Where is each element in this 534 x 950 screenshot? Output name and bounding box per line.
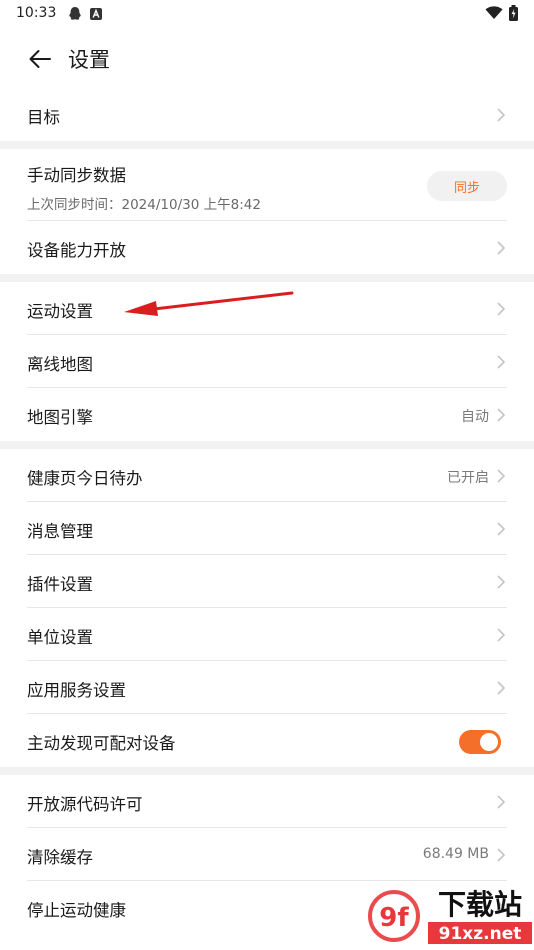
row-label: 清除缓存 <box>27 848 93 867</box>
setting-row-app-service-settings[interactable]: 应用服务设置 <box>0 661 534 714</box>
chevron-right-icon <box>497 108 506 122</box>
chevron-right-icon <box>497 302 506 316</box>
chevron-right-icon <box>497 522 506 536</box>
toggle-knob <box>480 733 498 751</box>
setting-row-clear-cache[interactable]: 清除缓存 68.49 MB <box>0 828 534 881</box>
back-button[interactable] <box>20 42 60 76</box>
setting-row-unit-settings[interactable]: 单位设置 <box>0 608 534 661</box>
row-value: 已开启 <box>447 470 489 486</box>
page-title: 设置 <box>68 48 110 72</box>
chevron-right-icon <box>497 848 506 862</box>
setting-row-message-management[interactable]: 消息管理 <box>0 502 534 555</box>
row-label: 停止运动健康 <box>27 901 126 920</box>
row-label: 手动同步数据 <box>27 166 126 185</box>
chevron-right-icon <box>497 681 506 695</box>
sync-button[interactable]: 同步 <box>427 171 507 201</box>
group-divider <box>0 441 534 449</box>
setting-row-health-todo[interactable]: 健康页今日待办 已开启 <box>0 449 534 502</box>
setting-row-exercise-settings[interactable]: 运动设置 <box>0 282 534 335</box>
setting-row-offline-map[interactable]: 离线地图 <box>0 335 534 388</box>
chevron-right-icon <box>497 408 506 422</box>
group-divider <box>0 767 534 775</box>
setting-row-goal[interactable]: 目标 <box>0 88 534 141</box>
chevron-right-icon <box>497 469 506 483</box>
row-label: 插件设置 <box>27 575 93 594</box>
setting-row-map-engine[interactable]: 地图引擎 自动 <box>0 388 534 441</box>
group-divider <box>0 274 534 282</box>
app-bar: 设置 <box>0 30 534 88</box>
row-label: 开放源代码许可 <box>27 795 143 814</box>
setting-row-open-source-license[interactable]: 开放源代码许可 <box>0 775 534 828</box>
row-label: 地图引擎 <box>27 408 93 427</box>
back-arrow-icon <box>29 50 51 68</box>
battery-icon <box>509 5 518 21</box>
row-label: 应用服务设置 <box>27 681 126 700</box>
settings-list: 目标 手动同步数据 上次同步时间：2024/10/30 上午8:42 同步 设备… <box>0 88 534 934</box>
row-value: 68.49 MB <box>422 846 489 862</box>
row-value: 自动 <box>461 409 489 425</box>
chevron-right-icon <box>497 355 506 369</box>
a-badge-icon <box>90 7 102 20</box>
discover-devices-toggle[interactable] <box>459 730 501 754</box>
setting-row-discover-devices: 主动发现可配对设备 <box>0 714 534 767</box>
chevron-right-icon <box>497 901 506 915</box>
row-label: 设备能力开放 <box>27 241 126 260</box>
setting-row-device-capability[interactable]: 设备能力开放 <box>0 221 534 274</box>
row-label: 消息管理 <box>27 522 93 541</box>
row-label: 离线地图 <box>27 355 93 374</box>
row-label: 主动发现可配对设备 <box>27 734 176 753</box>
status-time: 10:33 <box>16 5 57 21</box>
wifi-icon <box>485 6 503 19</box>
chevron-right-icon <box>497 795 506 809</box>
last-sync-time: 上次同步时间：2024/10/30 上午8:42 <box>27 197 261 213</box>
setting-row-manual-sync: 手动同步数据 上次同步时间：2024/10/30 上午8:42 同步 <box>0 149 534 221</box>
group-divider <box>0 141 534 149</box>
chevron-right-icon <box>497 575 506 589</box>
setting-row-stop-health[interactable]: 停止运动健康 <box>0 881 534 934</box>
chevron-right-icon <box>497 241 506 255</box>
row-label: 健康页今日待办 <box>27 469 143 488</box>
status-left-icons <box>68 6 102 21</box>
qq-icon <box>69 7 81 20</box>
row-label: 目标 <box>27 108 60 127</box>
status-bar: 10:33 <box>0 0 534 28</box>
chevron-right-icon <box>497 628 506 642</box>
row-label: 单位设置 <box>27 628 93 647</box>
setting-row-plugin-settings[interactable]: 插件设置 <box>0 555 534 608</box>
status-right-icons <box>485 5 518 21</box>
row-label: 运动设置 <box>27 302 93 321</box>
